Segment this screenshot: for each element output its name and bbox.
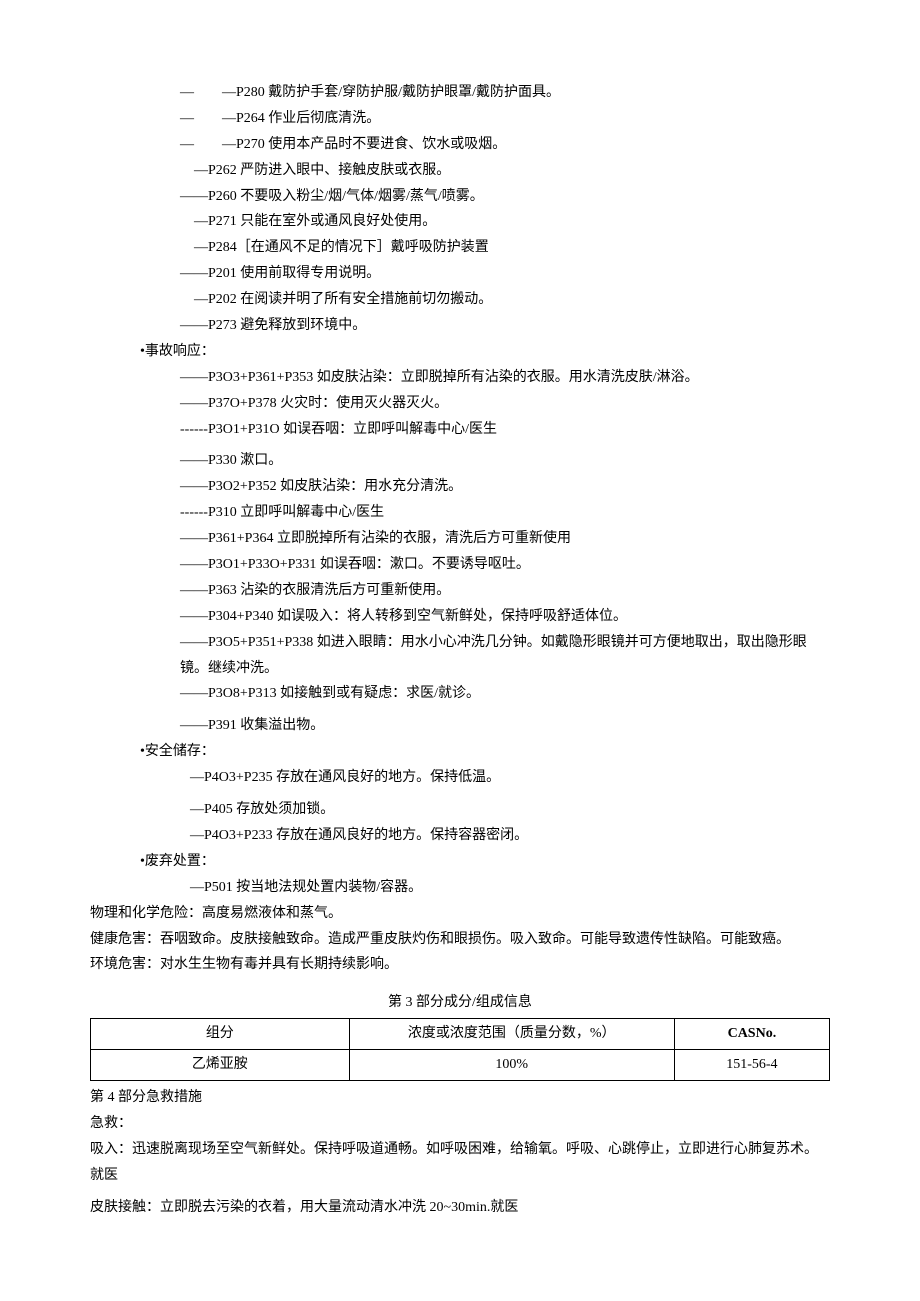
- first-aid-inhale: 吸入：迅速脱离现场至空气新鲜处。保持呼吸道通畅。如呼吸困难，给输氧。呼吸、心跳停…: [90, 1137, 830, 1189]
- accident-item: ——P3O3+P361+P353 如皮肤沾染：立即脱掉所有沾染的衣服。用水清洗皮…: [90, 365, 830, 391]
- prevention-item: —P271 只能在室外或通风良好处使用。: [90, 209, 830, 235]
- th-concentration: 浓度或浓度范围（质量分数，%）: [349, 1019, 674, 1050]
- storage-item: —P4O3+P235 存放在通风良好的地方。保持低温。: [90, 765, 830, 791]
- disposal-list: —P501 按当地法规处置内装物/容器。: [90, 875, 830, 901]
- td-component: 乙烯亚胺: [91, 1050, 350, 1081]
- composition-table: 组分 浓度或浓度范围（质量分数，%） CASNo. 乙烯亚胺 100% 151-…: [90, 1018, 830, 1081]
- prevention-item: —P284［在通风不足的情况下］戴呼吸防护装置: [90, 235, 830, 261]
- prevention-list: — —P280 戴防护手套/穿防护服/戴防护眼罩/戴防护面具。 — —P264 …: [90, 80, 830, 339]
- accident-item: ——P363 沾染的衣服清洗后方可重新使用。: [90, 578, 830, 604]
- first-aid-skin: 皮肤接触：立即脱去污染的衣着，用大量流动清水冲洗 20~30min.就医: [90, 1195, 830, 1221]
- health-hazard: 健康危害：吞咽致命。皮肤接触致命。造成严重皮肤灼伤和眼损伤。吸入致命。可能导致遗…: [90, 927, 830, 953]
- prevention-item: ——P201 使用前取得专用说明。: [90, 261, 830, 287]
- accident-item: ——P3O5+P351+P338 如进入眼睛：用水小心冲洗几分钟。如戴隐形眼镜并…: [90, 630, 830, 682]
- accident-list: ——P3O3+P361+P353 如皮肤沾染：立即脱掉所有沾染的衣服。用水清洗皮…: [90, 365, 830, 739]
- section-4-title: 第 4 部分急救措施: [90, 1085, 830, 1111]
- accident-item: ——P391 收集溢出物。: [90, 713, 830, 739]
- prevention-item: ——P273 避免释放到环境中。: [90, 313, 830, 339]
- accident-item: ——P3O1+P33O+P331 如误吞咽：漱口。不要诱导呕吐。: [90, 552, 830, 578]
- accident-item: ——P304+P340 如误吸入：将人转移到空气新鲜处，保持呼吸舒适体位。: [90, 604, 830, 630]
- disposal-label: •废弃处置：: [90, 849, 830, 875]
- th-cas: CASNo.: [674, 1019, 829, 1050]
- table-header-row: 组分 浓度或浓度范围（质量分数，%） CASNo.: [91, 1019, 830, 1050]
- accident-item: ——P37O+P378 火灾时：使用灭火器灭火。: [90, 391, 830, 417]
- td-concentration: 100%: [349, 1050, 674, 1081]
- safe-storage-label: •安全储存：: [90, 739, 830, 765]
- accident-item: ——P330 漱口。: [90, 448, 830, 474]
- accident-item: ——P3O8+P313 如接触到或有疑虑：求医/就诊。: [90, 681, 830, 707]
- prevention-item: —P262 严防进入眼中、接触皮肤或衣服。: [90, 158, 830, 184]
- prevention-item: — —P264 作业后彻底清洗。: [90, 106, 830, 132]
- th-component: 组分: [91, 1019, 350, 1050]
- accident-item: ——P361+P364 立即脱掉所有沾染的衣服，清洗后方可重新使用: [90, 526, 830, 552]
- section-3-title: 第 3 部分成分/组成信息: [90, 990, 830, 1016]
- storage-list: —P4O3+P235 存放在通风良好的地方。保持低温。 —P405 存放处须加锁…: [90, 765, 830, 849]
- accident-response-label: •事故响应：: [90, 339, 830, 365]
- storage-item: —P4O3+P233 存放在通风良好的地方。保持容器密闭。: [90, 823, 830, 849]
- storage-item: —P405 存放处须加锁。: [90, 797, 830, 823]
- prevention-item: — —P280 戴防护手套/穿防护服/戴防护眼罩/戴防护面具。: [90, 80, 830, 106]
- accident-item: ------P3O1+P31O 如误吞咽：立即呼叫解毒中心/医生: [90, 417, 830, 443]
- environment-hazard: 环境危害：对水生生物有毒并具有长期持续影响。: [90, 952, 830, 978]
- prevention-item: — —P270 使用本产品时不要进食、饮水或吸烟。: [90, 132, 830, 158]
- first-aid-label: 急救：: [90, 1111, 830, 1137]
- accident-item: ——P3O2+P352 如皮肤沾染：用水充分清洗。: [90, 474, 830, 500]
- disposal-item: —P501 按当地法规处置内装物/容器。: [90, 875, 830, 901]
- accident-item: ------P310 立即呼叫解毒中心/医生: [90, 500, 830, 526]
- prevention-item: —P202 在阅读并明了所有安全措施前切勿搬动。: [90, 287, 830, 313]
- table-row: 乙烯亚胺 100% 151-56-4: [91, 1050, 830, 1081]
- physical-chemical-hazard: 物理和化学危险：高度易燃液体和蒸气。: [90, 901, 830, 927]
- td-cas: 151-56-4: [674, 1050, 829, 1081]
- prevention-item: ——P260 不要吸入粉尘/烟/气体/烟雾/蒸气/喷雾。: [90, 184, 830, 210]
